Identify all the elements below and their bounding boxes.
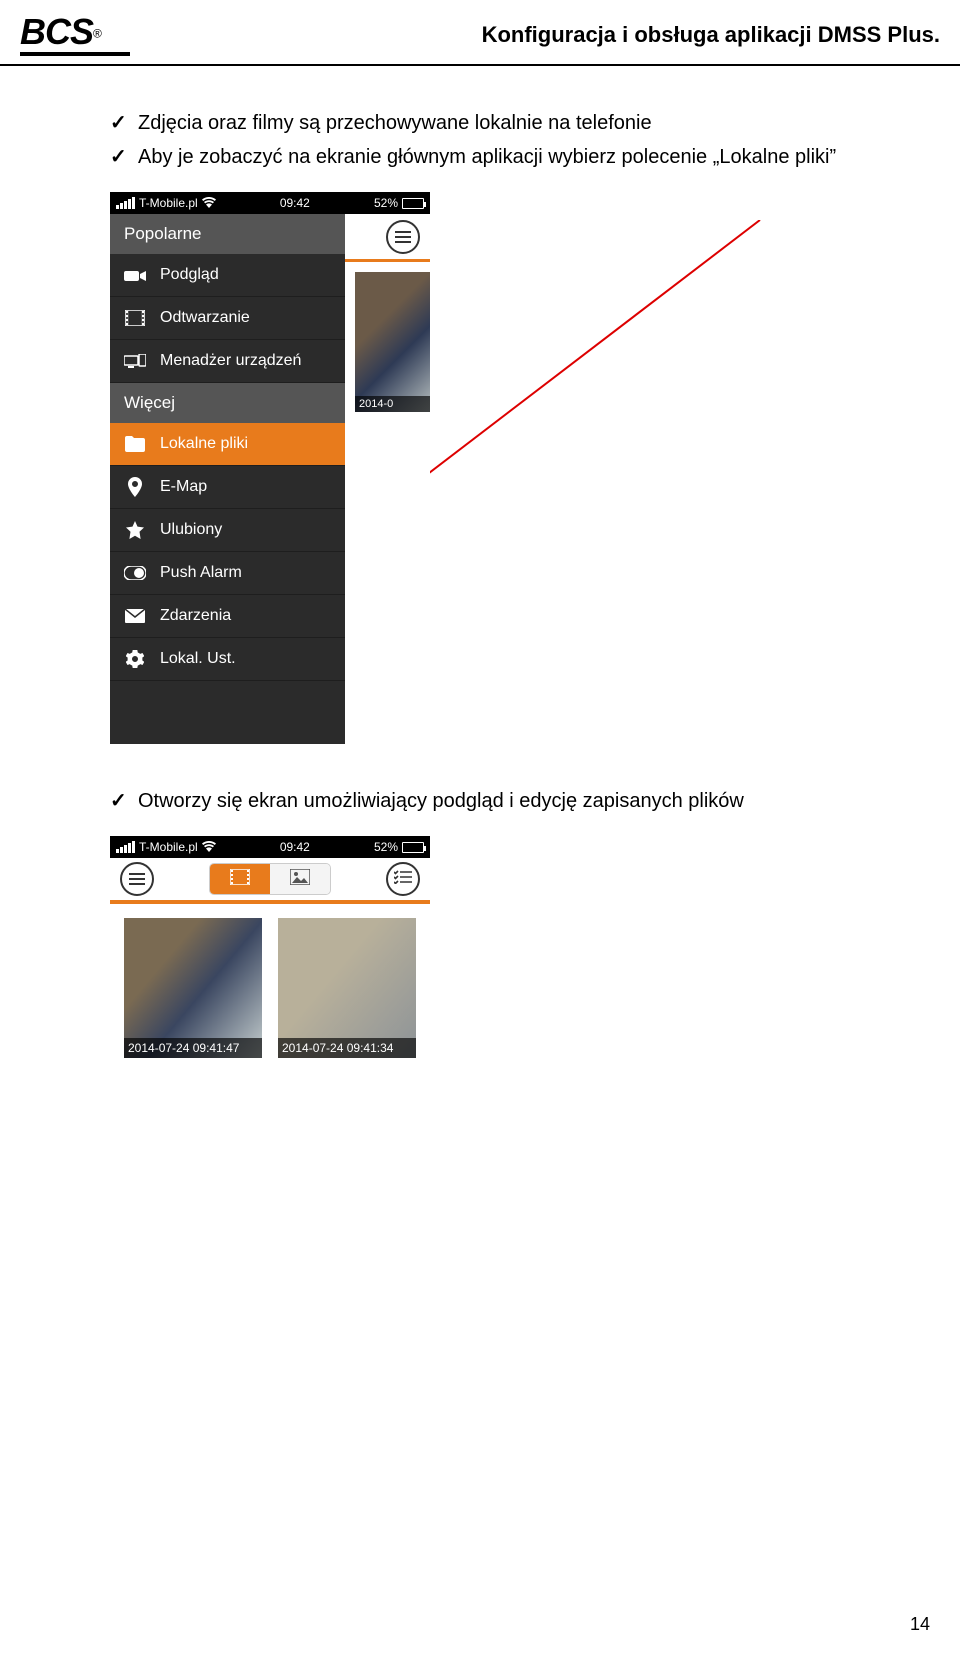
thumbnail-timestamp: 2014-07-24 09:41:47 <box>124 1038 262 1058</box>
logo: BCS® <box>20 14 130 56</box>
menu-item-push-alarm[interactable]: Push Alarm <box>110 552 345 595</box>
menu-section-popular: Popolarne <box>110 214 345 254</box>
page-header: BCS® Konfiguracja i obsługa aplikacji DM… <box>0 0 960 66</box>
logo-text: BCS <box>20 11 93 52</box>
menu-label: Lokal. Ust. <box>160 650 236 668</box>
wifi-icon <box>202 840 216 855</box>
signal-icon <box>116 841 135 853</box>
wifi-icon <box>202 196 216 211</box>
menu-label: Menadżer urządzeń <box>160 352 301 370</box>
menu-label: Odtwarzanie <box>160 309 250 327</box>
menu-item-playback[interactable]: Odtwarzanie <box>110 297 345 340</box>
menu-item-local-files[interactable]: Lokalne pliki <box>110 423 345 466</box>
phone-screenshot-gallery: T-Mobile.pl 09:42 52% <box>110 836 430 1332</box>
thumbnail-peek: 2014-0 <box>355 272 430 412</box>
tab-videos[interactable] <box>210 864 270 894</box>
menu-item-events[interactable]: Zdarzenia <box>110 595 345 638</box>
thumbnail-timestamp: 2014-0 <box>355 396 430 412</box>
thumbnail-timestamp: 2014-07-24 09:41:34 <box>278 1038 416 1058</box>
film-icon <box>124 309 146 327</box>
mail-icon <box>124 607 146 625</box>
menu-item-local-settings[interactable]: Lokal. Ust. <box>110 638 345 681</box>
push-icon <box>124 564 146 582</box>
gallery-topbar <box>110 858 430 904</box>
carrier-label: T-Mobile.pl <box>139 196 198 210</box>
battery-percent: 52% <box>374 196 398 210</box>
thumbnails-row: 2014-07-24 09:41:47 2014-07-24 09:41:34 <box>110 904 430 1072</box>
gear-icon <box>124 650 146 668</box>
side-menu: Popolarne Podgląd Odtwarzanie <box>110 214 345 744</box>
carrier-label: T-Mobile.pl <box>139 840 198 854</box>
menu-item-device-manager[interactable]: Menadżer urządzeń <box>110 340 345 383</box>
select-button[interactable] <box>386 862 420 896</box>
doc-title: Konfiguracja i obsługa aplikacji DMSS Pl… <box>482 22 940 48</box>
battery-percent: 52% <box>374 840 398 854</box>
battery-icon <box>402 198 424 209</box>
thumbnail[interactable]: 2014-07-24 09:41:34 <box>278 918 416 1058</box>
checklist-icon <box>394 870 412 889</box>
menu-label: Zdarzenia <box>160 607 231 625</box>
battery-icon <box>402 842 424 853</box>
menu-label: Lokalne pliki <box>160 435 248 453</box>
menu-label: Podgląd <box>160 266 219 284</box>
camera-icon <box>124 266 146 284</box>
tab-photos[interactable] <box>270 864 330 894</box>
menu-label: Push Alarm <box>160 564 242 582</box>
folder-icon <box>124 435 146 453</box>
menu-button[interactable] <box>120 862 154 896</box>
menu-label: E-Map <box>160 478 207 496</box>
menu-label: Ulubiony <box>160 521 222 539</box>
image-icon <box>290 869 310 890</box>
bullet-list-bottom: Otworzy się ekran umożliwiający podgląd … <box>110 784 880 818</box>
menu-item-preview[interactable]: Podgląd <box>110 254 345 297</box>
map-pin-icon <box>124 478 146 496</box>
page-number: 14 <box>910 1614 930 1635</box>
bullet-item: Otworzy się ekran umożliwiający podgląd … <box>110 784 880 818</box>
status-bar: T-Mobile.pl 09:42 52% <box>110 836 430 858</box>
menu-section-more: Więcej <box>110 383 345 423</box>
phone-screenshot-menu: T-Mobile.pl 09:42 52% Popolarne Podgląd <box>110 192 430 744</box>
page-content: Zdjęcia oraz filmy są przechowywane loka… <box>0 66 960 1352</box>
menu-item-emap[interactable]: E-Map <box>110 466 345 509</box>
thumbnail[interactable]: 2014-07-24 09:41:47 <box>124 918 262 1058</box>
bullet-item: Aby je zobaczyć na ekranie głównym aplik… <box>110 140 880 174</box>
signal-icon <box>116 197 135 209</box>
logo-registered: ® <box>93 27 102 41</box>
status-time: 09:42 <box>280 196 310 210</box>
status-bar: T-Mobile.pl 09:42 52% <box>110 192 430 214</box>
devices-icon <box>124 352 146 370</box>
bullet-list-top: Zdjęcia oraz filmy są przechowywane loka… <box>110 106 880 174</box>
star-icon <box>124 521 146 539</box>
menu-item-favorite[interactable]: Ulubiony <box>110 509 345 552</box>
view-segment <box>209 863 331 895</box>
bullet-item: Zdjęcia oraz filmy są przechowywane loka… <box>110 106 880 140</box>
hamburger-button[interactable] <box>386 220 420 254</box>
film-icon <box>230 869 250 890</box>
underlying-screen: 2014-0 <box>345 214 430 744</box>
status-time: 09:42 <box>280 840 310 854</box>
